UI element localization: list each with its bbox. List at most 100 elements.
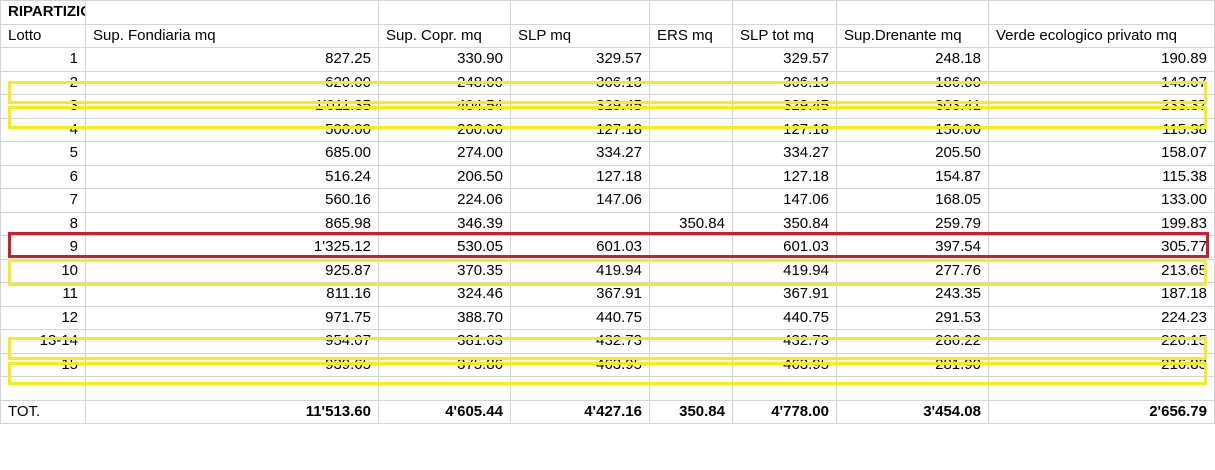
cell-verde-ecologico[interactable]: 199.83 — [988, 211, 1215, 236]
header-lotto[interactable]: Lotto — [0, 23, 86, 48]
empty-cell[interactable] — [988, 376, 1215, 401]
cell-slp[interactable]: 367.91 — [510, 282, 650, 307]
cell-sup-copr[interactable]: 274.00 — [378, 141, 511, 166]
empty-cell[interactable] — [85, 376, 379, 401]
cell-ers[interactable] — [649, 70, 733, 95]
cell-ers[interactable] — [649, 352, 733, 377]
cell-sup-copr[interactable]: 330.90 — [378, 47, 511, 72]
cell-sup-copr[interactable]: 224.06 — [378, 188, 511, 213]
cell-sup-copr[interactable]: 530.05 — [378, 235, 511, 260]
cell-sup-fondiaria[interactable]: 811.16 — [85, 282, 379, 307]
cell-sup-fondiaria[interactable]: 685.00 — [85, 141, 379, 166]
cell-sup-fondiaria[interactable]: 827.25 — [85, 47, 379, 72]
cell-ers[interactable] — [649, 47, 733, 72]
header-slp[interactable]: SLP mq — [510, 23, 650, 48]
header-slp-tot[interactable]: SLP tot mq — [732, 23, 837, 48]
empty-cell[interactable] — [649, 376, 733, 401]
cell-sup-fondiaria[interactable]: 865.98 — [85, 211, 379, 236]
cell-lotto[interactable]: 10 — [0, 258, 86, 283]
cell-sup-copr[interactable]: 375.86 — [378, 352, 511, 377]
empty-cell[interactable] — [836, 376, 989, 401]
cell-ers[interactable] — [649, 188, 733, 213]
cell-lotto[interactable]: 8 — [0, 211, 86, 236]
total-ers[interactable]: 350.84 — [649, 399, 733, 424]
empty-cell[interactable] — [732, 0, 837, 25]
cell-sup-fondiaria[interactable]: 620.00 — [85, 70, 379, 95]
cell-slp-tot[interactable]: 329.45 — [732, 94, 837, 119]
cell-verde-ecologico[interactable]: 190.89 — [988, 47, 1215, 72]
cell-slp[interactable]: 147.06 — [510, 188, 650, 213]
cell-sup-drenante[interactable]: 277.76 — [836, 258, 989, 283]
cell-verde-ecologico[interactable]: 158.07 — [988, 141, 1215, 166]
cell-slp[interactable]: 127.18 — [510, 117, 650, 142]
cell-lotto[interactable]: 15 — [0, 352, 86, 377]
cell-lotto[interactable]: 12 — [0, 305, 86, 330]
cell-ers[interactable] — [649, 94, 733, 119]
cell-sup-copr[interactable]: 206.50 — [378, 164, 511, 189]
empty-cell[interactable] — [0, 376, 86, 401]
cell-sup-copr[interactable]: 324.46 — [378, 282, 511, 307]
cell-slp[interactable]: 601.03 — [510, 235, 650, 260]
cell-sup-fondiaria[interactable]: 516.24 — [85, 164, 379, 189]
cell-slp-tot[interactable]: 329.57 — [732, 47, 837, 72]
cell-slp-tot[interactable]: 601.03 — [732, 235, 837, 260]
cell-lotto[interactable]: 4 — [0, 117, 86, 142]
cell-slp[interactable]: 432.73 — [510, 329, 650, 354]
total-slp[interactable]: 4'427.16 — [510, 399, 650, 424]
empty-cell[interactable] — [988, 0, 1215, 25]
cell-sup-drenante[interactable]: 291.53 — [836, 305, 989, 330]
cell-sup-drenante[interactable]: 150.00 — [836, 117, 989, 142]
cell-lotto[interactable]: 11 — [0, 282, 86, 307]
cell-verde-ecologico[interactable]: 115.38 — [988, 164, 1215, 189]
header-verde-ecologico[interactable]: Verde ecologico privato mq — [988, 23, 1215, 48]
header-ers[interactable]: ERS mq — [649, 23, 733, 48]
cell-sup-copr[interactable]: 370.35 — [378, 258, 511, 283]
cell-lotto[interactable]: 9 — [0, 235, 86, 260]
cell-ers[interactable] — [649, 235, 733, 260]
total-slp-tot[interactable]: 4'778.00 — [732, 399, 837, 424]
cell-ers[interactable] — [649, 305, 733, 330]
cell-verde-ecologico[interactable]: 220.15 — [988, 329, 1215, 354]
header-sup-drenante[interactable]: Sup.Drenante mq — [836, 23, 989, 48]
empty-cell[interactable] — [732, 376, 837, 401]
cell-sup-fondiaria[interactable]: 500.00 — [85, 117, 379, 142]
cell-sup-fondiaria[interactable]: 1'325.12 — [85, 235, 379, 260]
cell-verde-ecologico[interactable]: 305.77 — [988, 235, 1215, 260]
cell-ers[interactable] — [649, 282, 733, 307]
cell-sup-fondiaria[interactable]: 1'011.35 — [85, 94, 379, 119]
empty-cell[interactable] — [85, 0, 379, 25]
cell-slp[interactable]: 334.27 — [510, 141, 650, 166]
total-sup-drenante[interactable]: 3'454.08 — [836, 399, 989, 424]
cell-lotto[interactable]: 7 — [0, 188, 86, 213]
cell-slp-tot[interactable]: 127.18 — [732, 117, 837, 142]
cell-lotto[interactable]: 3 — [0, 94, 86, 119]
cell-sup-copr[interactable]: 248.00 — [378, 70, 511, 95]
cell-ers[interactable] — [649, 258, 733, 283]
cell-verde-ecologico[interactable]: 233.37 — [988, 94, 1215, 119]
cell-ers[interactable] — [649, 329, 733, 354]
cell-sup-copr[interactable]: 404.54 — [378, 94, 511, 119]
cell-slp[interactable]: 127.18 — [510, 164, 650, 189]
cell-sup-drenante[interactable]: 303.41 — [836, 94, 989, 119]
empty-cell[interactable] — [378, 0, 511, 25]
cell-sup-drenante[interactable]: 168.05 — [836, 188, 989, 213]
cell-slp-tot[interactable]: 147.06 — [732, 188, 837, 213]
cell-sup-drenante[interactable]: 243.35 — [836, 282, 989, 307]
empty-cell[interactable] — [649, 0, 733, 25]
cell-verde-ecologico[interactable]: 133.00 — [988, 188, 1215, 213]
cell-sup-drenante[interactable]: 397.54 — [836, 235, 989, 260]
cell-slp-tot[interactable]: 306.13 — [732, 70, 837, 95]
total-verde-ecologico[interactable]: 2'656.79 — [988, 399, 1215, 424]
cell-slp[interactable]: 419.94 — [510, 258, 650, 283]
cell-verde-ecologico[interactable]: 213.65 — [988, 258, 1215, 283]
cell-slp[interactable]: 329.45 — [510, 94, 650, 119]
cell-slp[interactable]: 463.95 — [510, 352, 650, 377]
cell-lotto[interactable]: 1 — [0, 47, 86, 72]
cell-verde-ecologico[interactable]: 224.23 — [988, 305, 1215, 330]
cell-sup-copr[interactable]: 381.63 — [378, 329, 511, 354]
cell-sup-fondiaria[interactable]: 954.07 — [85, 329, 379, 354]
sheet-title[interactable]: RIPARTIZIONE POSSIBILITA' EDIFICATORIA — [0, 0, 86, 25]
cell-slp[interactable]: 306.13 — [510, 70, 650, 95]
empty-cell[interactable] — [836, 0, 989, 25]
cell-slp[interactable]: 440.75 — [510, 305, 650, 330]
